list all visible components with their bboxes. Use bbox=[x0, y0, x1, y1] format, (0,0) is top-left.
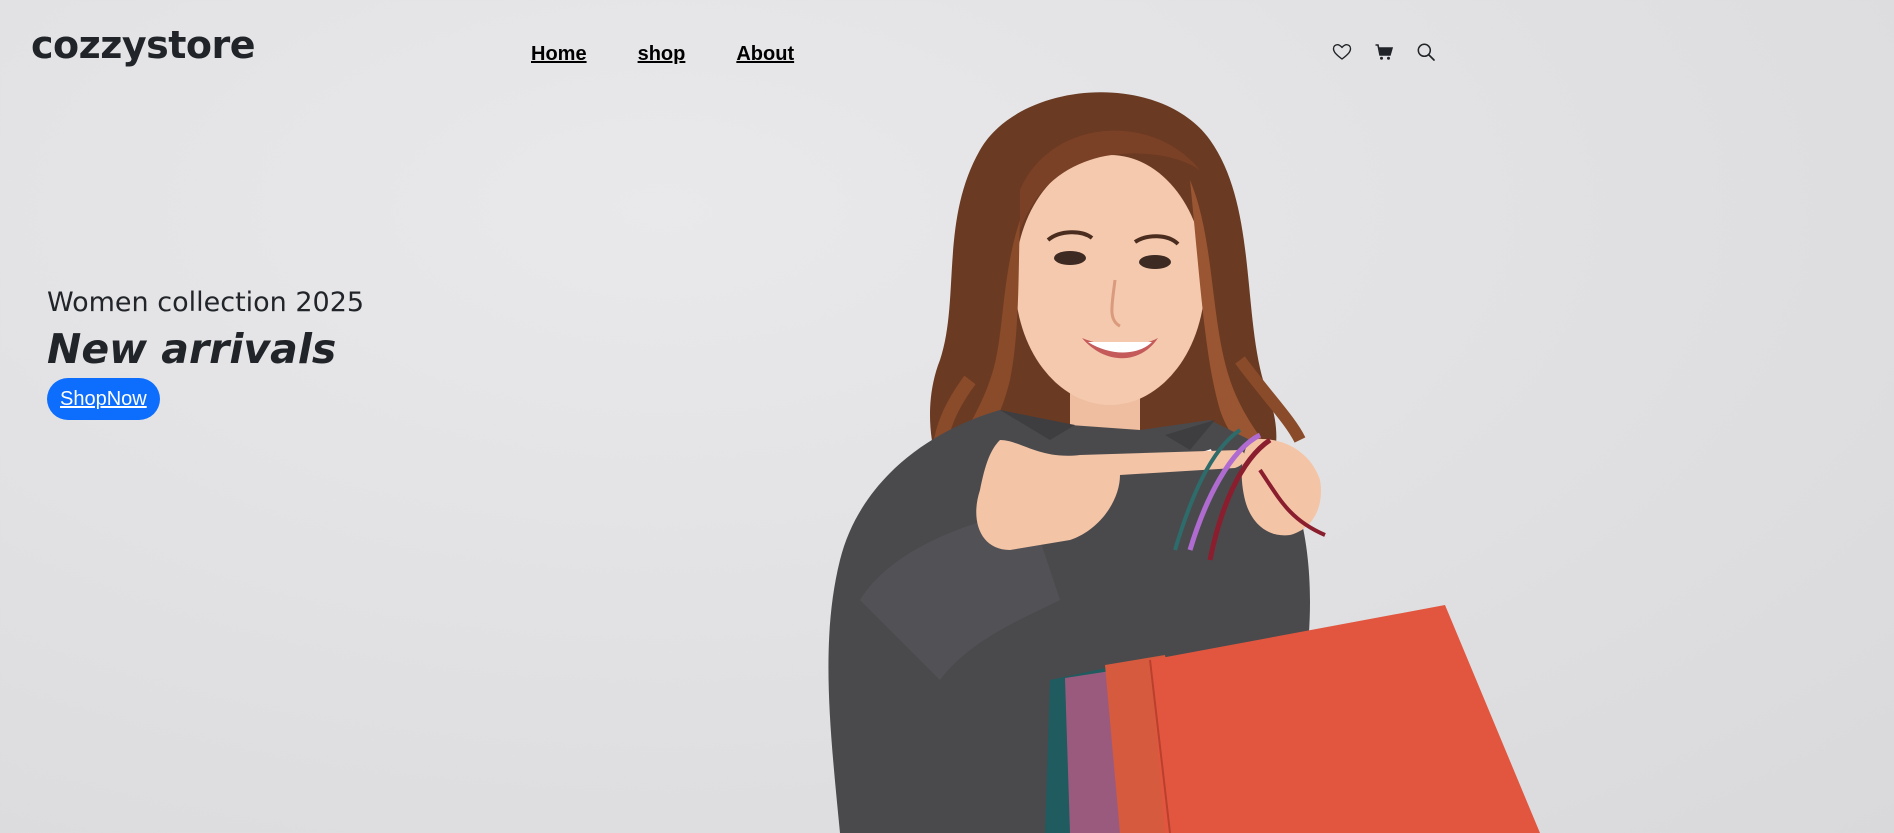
shop-now-button[interactable]: ShopNow bbox=[47, 378, 160, 421]
search-icon[interactable] bbox=[1416, 42, 1436, 62]
hero-subtitle: Women collection 2025 bbox=[47, 287, 365, 318]
nav-link-about[interactable]: About bbox=[736, 44, 794, 64]
nav-link-home[interactable]: Home bbox=[531, 44, 587, 64]
hero-headline: New arrivals bbox=[47, 325, 337, 374]
brand-logo[interactable]: cozzystore bbox=[31, 26, 256, 64]
main-nav: Home shop About bbox=[531, 44, 794, 64]
header-icons bbox=[1332, 42, 1436, 62]
cart-icon[interactable] bbox=[1374, 42, 1394, 62]
nav-link-shop[interactable]: shop bbox=[638, 44, 686, 64]
heart-icon[interactable] bbox=[1332, 42, 1352, 62]
model-with-shopping-bags-image bbox=[820, 80, 1580, 833]
hero-text: Women collection 2025 New arrivals ShopN… bbox=[47, 287, 365, 421]
